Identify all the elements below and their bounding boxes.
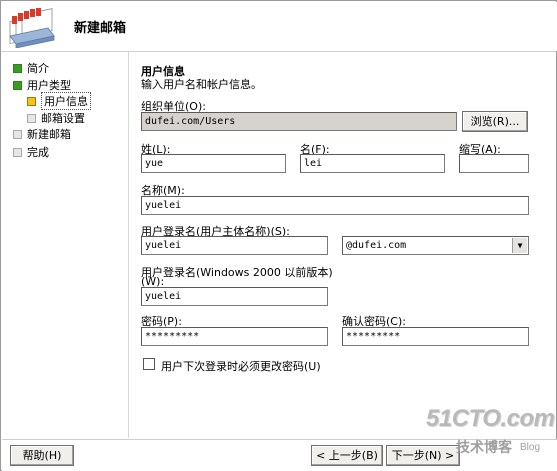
- nav-step-label: 简介: [27, 62, 49, 75]
- step-complete-icon: [13, 63, 22, 73]
- step-pending-icon: [13, 147, 22, 157]
- nav-step-label: 用户类型: [27, 79, 71, 92]
- must-change-password-checkbox[interactable]: [143, 358, 155, 370]
- nav-step-complete: 完成: [13, 144, 49, 160]
- confirm-password-field[interactable]: *********: [342, 327, 529, 346]
- wizard-steps-nav: 简介 用户类型 用户信息 邮箱设置 新建邮箱 完成: [2, 52, 127, 439]
- section-subtitle: 输入用户名和帐户信息。: [141, 78, 262, 91]
- watermark-logo: 51CTO.com 技术博客 Blog: [422, 405, 555, 463]
- name-field[interactable]: yuelei: [141, 196, 529, 215]
- pre2000-field[interactable]: yuelei: [141, 287, 328, 306]
- nav-step-new-mailbox: 新建邮箱: [13, 126, 71, 142]
- nav-step-label: 新建邮箱: [27, 128, 71, 141]
- step-pending-icon: [27, 113, 36, 123]
- password-field[interactable]: *********: [141, 327, 328, 346]
- watermark-subtitle: 技术博客: [456, 440, 512, 456]
- must-change-password-label: 用户下次登录时必须更改密码(U): [161, 360, 321, 373]
- upn-field[interactable]: yuelei: [141, 236, 328, 255]
- upn-domain-select[interactable]: @dufei.com ▼: [342, 236, 529, 255]
- pre2000-label: 用户登录名(Windows 2000 以前版本): [141, 266, 333, 279]
- nav-step-label: 用户信息: [41, 92, 91, 110]
- initials-field[interactable]: [459, 154, 529, 173]
- browse-button[interactable]: 浏览(R)...: [462, 111, 528, 132]
- wizard-title: 新建邮箱: [74, 21, 127, 36]
- nav-step-user-type: 用户类型: [13, 77, 71, 93]
- last-name-field[interactable]: yue: [141, 154, 286, 173]
- step-current-icon: [27, 96, 36, 106]
- wizard-window: 新建邮箱 简介 用户类型 用户信息 邮箱设置 新建邮箱 完成 用户信息 输入用户…: [0, 0, 557, 471]
- nav-step-mailbox-settings: 邮箱设置: [27, 110, 85, 126]
- upn-domain-value: @dufei.com: [346, 240, 407, 251]
- user-info-form: 用户信息 输入用户名和帐户信息。 组织单位(O): dufei.com/User…: [129, 52, 557, 439]
- help-button[interactable]: 帮助(H): [10, 445, 74, 466]
- back-button[interactable]: < 上一步(B): [311, 445, 383, 466]
- nav-step-intro: 简介: [13, 60, 49, 76]
- nav-step-label: 完成: [27, 146, 49, 159]
- watermark-brand: 51CTO.com: [426, 405, 555, 432]
- wizard-header: 新建邮箱: [2, 2, 557, 51]
- first-name-field[interactable]: lei: [300, 154, 445, 173]
- mailbox-stack-icon: [9, 8, 55, 48]
- step-pending-icon: [13, 129, 22, 139]
- nav-step-user-info: 用户信息: [27, 92, 91, 110]
- nav-step-label: 邮箱设置: [41, 112, 85, 125]
- chevron-down-icon[interactable]: ▼: [512, 238, 527, 253]
- watermark-blog: Blog: [520, 442, 541, 453]
- ou-field: dufei.com/Users: [141, 112, 457, 131]
- step-complete-icon: [13, 80, 22, 90]
